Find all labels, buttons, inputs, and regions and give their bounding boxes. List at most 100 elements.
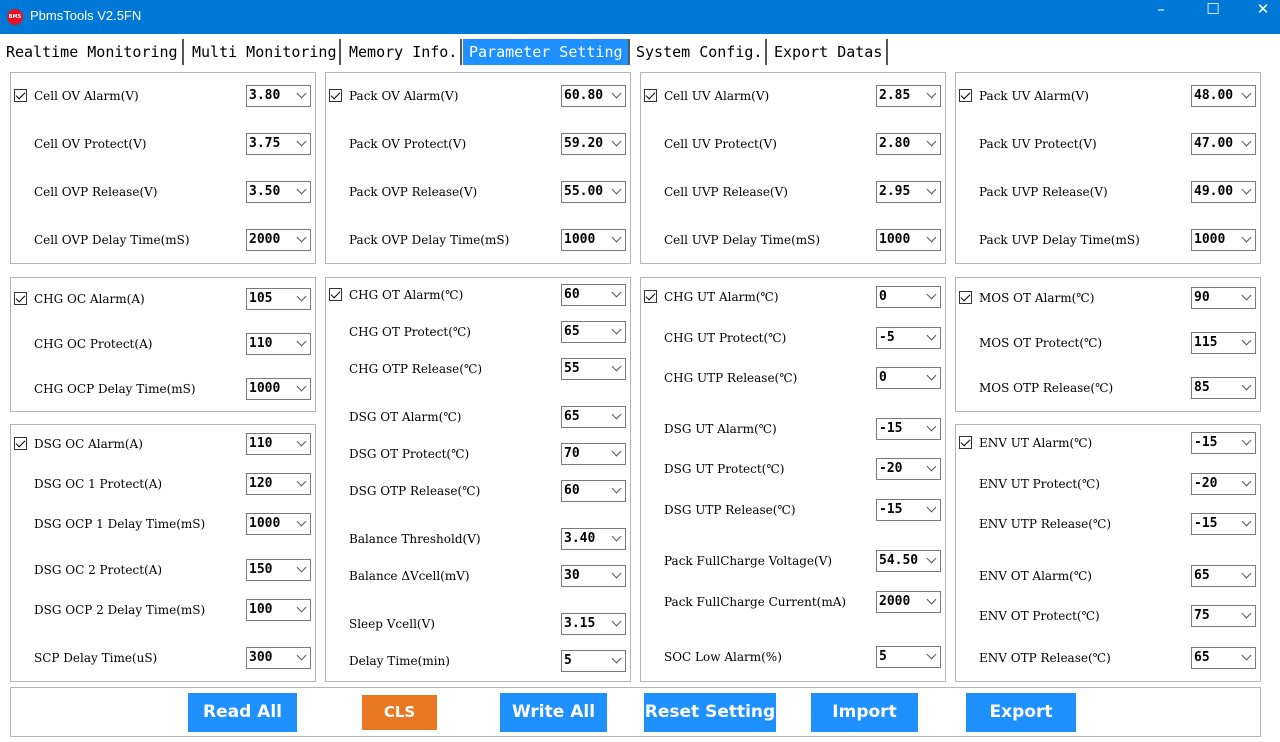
chevron-down-icon[interactable] [611, 568, 622, 579]
env-ut-alarm-select[interactable]: -15 [1191, 432, 1256, 454]
chevron-down-icon[interactable] [296, 650, 307, 661]
chevron-down-icon[interactable] [296, 516, 307, 527]
pack-ov-alarm-select[interactable]: 60.80 [561, 85, 626, 107]
tab-parameter-setting[interactable]: Parameter Setting [463, 39, 630, 65]
chevron-down-icon[interactable] [1241, 435, 1252, 446]
dsg-oc-alarm-checkbox[interactable] [14, 437, 27, 450]
dsg-oc-delay2-select[interactable]: 100 [246, 599, 311, 621]
chevron-down-icon[interactable] [611, 483, 622, 494]
chevron-down-icon[interactable] [296, 436, 307, 447]
chevron-down-icon[interactable] [926, 553, 937, 564]
chevron-down-icon[interactable] [296, 232, 307, 243]
env-ut-release-select[interactable]: -15 [1191, 513, 1256, 535]
tab-export-datas[interactable]: Export Datas [768, 39, 888, 65]
cell-uv-protect-select[interactable]: 2.80 [876, 133, 941, 155]
chevron-down-icon[interactable] [926, 370, 937, 381]
temp-chg-dsg-ot-balance-threshold-select[interactable]: 3.40 [561, 528, 626, 550]
chevron-down-icon[interactable] [611, 232, 622, 243]
chevron-down-icon[interactable] [1241, 568, 1252, 579]
reset-setting-button[interactable]: Reset Setting [644, 693, 776, 732]
chevron-down-icon[interactable] [296, 291, 307, 302]
write-all-button[interactable]: Write All [500, 693, 607, 732]
chevron-down-icon[interactable] [1241, 88, 1252, 99]
temp-ut-chg-alarm-select[interactable]: 0 [876, 286, 941, 308]
chevron-down-icon[interactable] [1241, 380, 1252, 391]
chevron-down-icon[interactable] [1241, 184, 1252, 195]
chg-oc-protect-select[interactable]: 110 [246, 333, 311, 355]
temp-ut-chg-alarm-checkbox[interactable] [644, 290, 657, 303]
chevron-down-icon[interactable] [926, 649, 937, 660]
env-ut-alarm-checkbox[interactable] [959, 436, 972, 449]
chevron-down-icon[interactable] [926, 461, 937, 472]
chevron-down-icon[interactable] [611, 446, 622, 457]
dsg-oc-scp-select[interactable]: 300 [246, 647, 311, 669]
chevron-down-icon[interactable] [611, 616, 622, 627]
pack-ov-protect-select[interactable]: 59.20 [561, 133, 626, 155]
chevron-down-icon[interactable] [611, 531, 622, 542]
env-ot-protect-select[interactable]: 75 [1191, 605, 1256, 627]
chevron-down-icon[interactable] [296, 476, 307, 487]
chg-oc-alarm-select[interactable]: 105 [246, 288, 311, 310]
temp-ut-dsg-alarm-select[interactable]: -15 [876, 418, 941, 440]
chevron-down-icon[interactable] [611, 88, 622, 99]
chevron-down-icon[interactable] [611, 409, 622, 420]
temp-chg-dsg-ot-balance-dvcell-select[interactable]: 30 [561, 565, 626, 587]
cell-uv-release-select[interactable]: 2.95 [876, 181, 941, 203]
chg-oc-alarm-checkbox[interactable] [14, 292, 27, 305]
chg-oc-delay-select[interactable]: 1000 [246, 378, 311, 400]
maximize-button[interactable]: ☐ [1190, 0, 1236, 34]
chevron-down-icon[interactable] [1241, 136, 1252, 147]
temp-chg-dsg-ot-sleep-vcell-select[interactable]: 3.15 [561, 613, 626, 635]
minimize-button[interactable]: – [1138, 0, 1184, 34]
temp-chg-dsg-ot-chg-protect-select[interactable]: 65 [561, 321, 626, 343]
env-ot-alarm-select[interactable]: 65 [1191, 565, 1256, 587]
dsg-oc-protect1-select[interactable]: 120 [246, 473, 311, 495]
cell-ov-alarm-select[interactable]: 3.80 [246, 85, 311, 107]
chevron-down-icon[interactable] [1241, 650, 1252, 661]
chevron-down-icon[interactable] [926, 136, 937, 147]
cell-ov-protect-select[interactable]: 3.75 [246, 133, 311, 155]
chevron-down-icon[interactable] [611, 324, 622, 335]
cell-uv-alarm-checkbox[interactable] [644, 89, 657, 102]
chevron-down-icon[interactable] [296, 88, 307, 99]
temp-ut-chg-release-select[interactable]: 0 [876, 367, 941, 389]
temp-chg-dsg-ot-dsg-alarm-select[interactable]: 65 [561, 406, 626, 428]
chevron-down-icon[interactable] [296, 184, 307, 195]
tab-multi-monitoring[interactable]: Multi Monitoring [186, 39, 341, 65]
mos-ot-release-select[interactable]: 85 [1191, 377, 1256, 399]
pack-ov-release-select[interactable]: 55.00 [561, 181, 626, 203]
pack-ov-alarm-checkbox[interactable] [329, 89, 342, 102]
pack-ov-delay-select[interactable]: 1000 [561, 229, 626, 251]
chevron-down-icon[interactable] [296, 602, 307, 613]
chevron-down-icon[interactable] [611, 287, 622, 298]
temp-chg-dsg-ot-delay-time-select[interactable]: 5 [561, 650, 626, 672]
export-button[interactable]: Export [966, 693, 1076, 732]
temp-chg-dsg-ot-chg-alarm-select[interactable]: 60 [561, 284, 626, 306]
pack-uv-delay-select[interactable]: 1000 [1191, 229, 1256, 251]
chevron-down-icon[interactable] [926, 184, 937, 195]
temp-ut-full-voltage-select[interactable]: 54.50 [876, 550, 941, 572]
chevron-down-icon[interactable] [1241, 608, 1252, 619]
tab-system-config[interactable]: System Config. [630, 39, 767, 65]
temp-ut-chg-protect-select[interactable]: -5 [876, 327, 941, 349]
temp-ut-soc-low-select[interactable]: 5 [876, 646, 941, 668]
chevron-down-icon[interactable] [296, 336, 307, 347]
temp-ut-dsg-release-select[interactable]: -15 [876, 499, 941, 521]
env-ot-release-select[interactable]: 65 [1191, 647, 1256, 669]
cell-uv-delay-select[interactable]: 1000 [876, 229, 941, 251]
pack-uv-release-select[interactable]: 49.00 [1191, 181, 1256, 203]
dsg-oc-protect2-select[interactable]: 150 [246, 559, 311, 581]
chevron-down-icon[interactable] [1241, 335, 1252, 346]
import-button[interactable]: Import [811, 693, 918, 732]
chevron-down-icon[interactable] [926, 88, 937, 99]
temp-chg-dsg-ot-chg-alarm-checkbox[interactable] [329, 288, 342, 301]
pack-uv-alarm-checkbox[interactable] [959, 89, 972, 102]
temp-chg-dsg-ot-dsg-protect-select[interactable]: 70 [561, 443, 626, 465]
chevron-down-icon[interactable] [1241, 516, 1252, 527]
chevron-down-icon[interactable] [1241, 476, 1252, 487]
mos-ot-alarm-checkbox[interactable] [959, 291, 972, 304]
cls-button[interactable]: CLS [362, 695, 437, 730]
pack-uv-alarm-select[interactable]: 48.00 [1191, 85, 1256, 107]
close-button[interactable]: ✕ [1240, 0, 1280, 34]
temp-chg-dsg-ot-chg-release-select[interactable]: 55 [561, 358, 626, 380]
